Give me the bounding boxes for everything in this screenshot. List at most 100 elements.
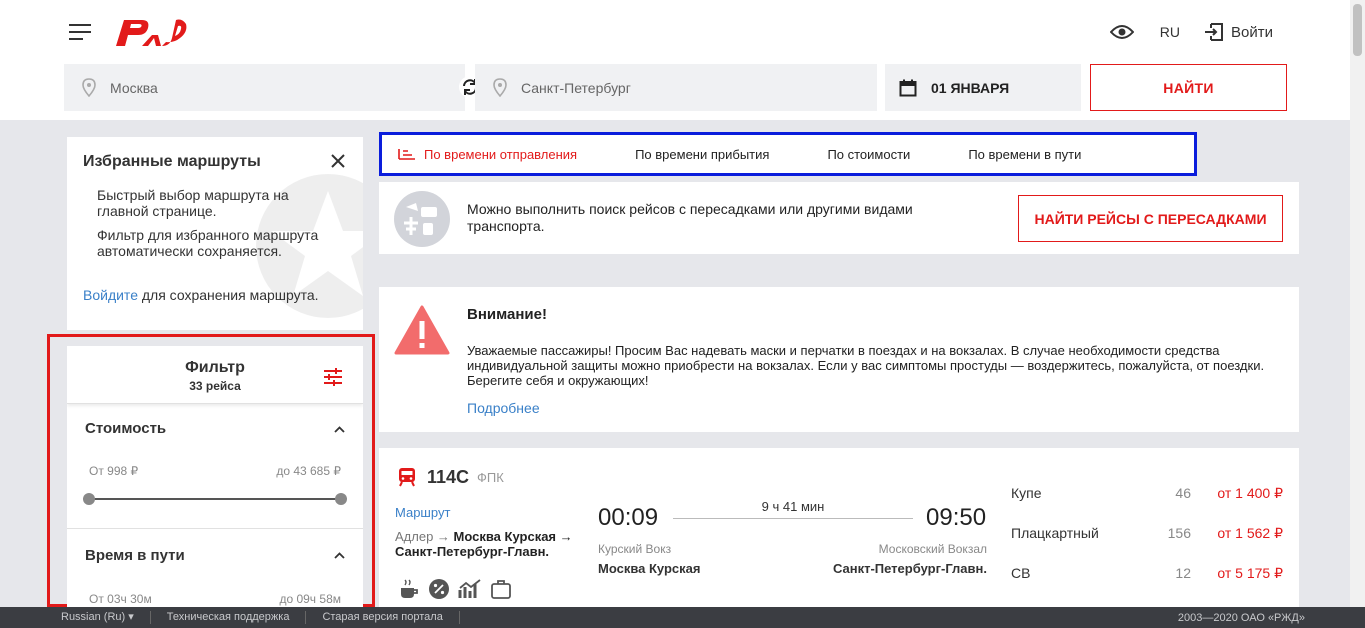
train-number[interactable]: 114С [427,467,469,488]
from-field[interactable]: Москва [64,64,465,111]
arrival-time: 09:50 [926,504,987,531]
location-pin-icon [82,78,96,97]
favorites-login-text: Войдите для сохранения маршрута. [83,287,319,303]
eye-icon[interactable] [1109,22,1134,42]
rzd-logo[interactable] [112,14,188,51]
chart-icon [458,579,481,598]
footer-copyright: 2003—2020 ОАО «РЖД» [1177,612,1305,624]
footer: Russian (Ru) ▾ Техническая поддержка Ста… [0,607,1365,628]
transfer-text: Можно выполнить поиск рейсов с пересадка… [467,201,913,234]
footer-language[interactable]: Russian (Ru) ▾ [0,611,151,624]
departure-station: Курский Вокз [598,542,672,556]
sort-icon [398,149,415,160]
sort-label: По времени в пути [968,146,1082,162]
sort-bar: По времени отправления По времени прибыт… [379,132,1197,176]
filter-panel: Фильтр 33 рейса Стоимость От 998 ₽ до 43… [67,346,363,607]
cost-min: От 998 ₽ [89,464,139,478]
travel-time-max: до 09ч 58м [279,592,341,606]
transfer-notice: Можно выполнить поиск рейсов с пересадка… [379,182,1299,254]
more-link[interactable]: Подробнее [467,400,540,416]
train-card: 114С ФПК Маршрут Адлер → Москва Курская … [379,448,1299,608]
chevron-up-icon[interactable] [334,552,345,559]
chevron-up-icon[interactable] [334,426,345,433]
filter-count: 33 рейса [189,379,241,393]
class-name: СВ [1011,565,1031,581]
class-seats: 46 [1175,485,1191,501]
divider [67,528,363,529]
class-name: Плацкартный [1011,525,1099,541]
favorites-text-2: Фильтр для избранного маршрута автоматич… [97,227,319,259]
footer-language-label: Russian (Ru) [61,611,126,623]
header: RU Войти Москва Санкт-Петербург 01 ЯНВАР… [0,0,1365,120]
coffee-icon [401,579,418,598]
class-price: от 1 400 ₽ [1217,485,1283,501]
departure-city: Москва Курская [598,561,701,576]
to-value: Санкт-Петербург [521,79,631,96]
login-button[interactable]: Войти [1204,22,1273,42]
route-link[interactable]: Маршрут [395,505,450,520]
date-field[interactable]: 01 ЯНВАРЯ [885,64,1081,111]
cost-range-labels: От 998 ₽ до 43 685 ₽ [89,464,341,478]
class-name: Купе [1011,485,1042,501]
menu-icon[interactable] [69,24,91,40]
location-pin-icon [493,78,507,97]
login-label: Войти [1231,23,1273,41]
sort-by-departure[interactable]: По времени отправления [398,147,577,162]
discount-icon [429,579,449,599]
slider-handle-max[interactable] [335,493,347,505]
arrival-station: Московский Вокзал [878,542,987,556]
train-carrier: ФПК [477,470,504,485]
favorites-card: Избранные маршруты Быстрый выбор маршрут… [67,137,363,330]
sort-by-price[interactable]: По стоимости [827,147,910,162]
filter-title: Фильтр [185,359,245,376]
language-switch[interactable]: RU [1160,24,1180,40]
route-origin: Адлер → [395,529,454,544]
header-actions: RU Войти [1109,22,1273,42]
class-price: от 1 562 ₽ [1217,525,1283,541]
scrollbar[interactable] [1350,0,1365,607]
login-icon [1205,23,1224,41]
cost-slider[interactable] [83,493,347,505]
slider-handle-min[interactable] [83,493,95,505]
attention-text: Уважаемые пассажиры! Просим Вас надевать… [467,343,1265,388]
calendar-icon [899,79,917,96]
favorites-text-1: Быстрый выбор маршрута на главной страни… [97,187,289,219]
warning-icon [394,305,450,355]
departure-time: 00:09 [598,504,659,531]
date-value: 01 ЯНВАРЯ [931,79,1010,96]
amenities [398,578,520,600]
from-value: Москва [110,79,158,96]
filter-header: Фильтр 33 рейса [67,346,363,404]
find-button[interactable]: НАЙТИ [1090,64,1287,111]
sort-by-arrival[interactable]: По времени прибытия [635,147,769,162]
to-field[interactable]: Санкт-Петербург [475,64,877,111]
footer-support-link[interactable]: Техническая поддержка [151,611,307,624]
attention-notice: Внимание! Уважаемые пассажиры! Просим Ва… [379,287,1299,432]
duration-line [673,518,913,519]
cost-section-title[interactable]: Стоимость [85,420,166,437]
route-text: Адлер → Москва Курская → Санкт-Петербург… [395,529,585,559]
sort-label: По времени прибытия [635,146,770,162]
transport-icon [394,191,450,247]
travel-time-range-labels: От 03ч 30м до 09ч 58м [89,592,341,606]
luggage-icon [491,580,511,599]
class-seats: 156 [1167,525,1191,541]
sort-label: По стоимости [827,146,911,162]
close-icon[interactable] [331,154,345,168]
caret-down-icon: ▾ [128,611,134,623]
sliders-icon[interactable] [323,368,343,386]
find-transfers-button[interactable]: НАЙТИ РЕЙСЫ С ПЕРЕСАДКАМИ [1018,195,1283,242]
travel-time-min: От 03ч 30м [89,592,152,606]
login-link[interactable]: Войдите [83,287,138,303]
scrollbar-thumb[interactable] [1353,4,1362,56]
sort-label: По времени отправления [424,146,578,162]
travel-duration: 9 ч 41 мин [761,499,825,514]
sort-by-duration[interactable]: По времени в пути [968,147,1081,162]
class-seats: 12 [1175,565,1191,581]
footer-old-version-link[interactable]: Старая версия портала [306,611,460,624]
arrival-city: Санкт-Петербург-Главн. [832,561,987,576]
travel-time-section-title[interactable]: Время в пути [85,547,185,564]
cost-max: до 43 685 ₽ [276,464,341,478]
favorites-title: Избранные маршруты [83,153,261,170]
attention-title: Внимание! [467,306,547,323]
